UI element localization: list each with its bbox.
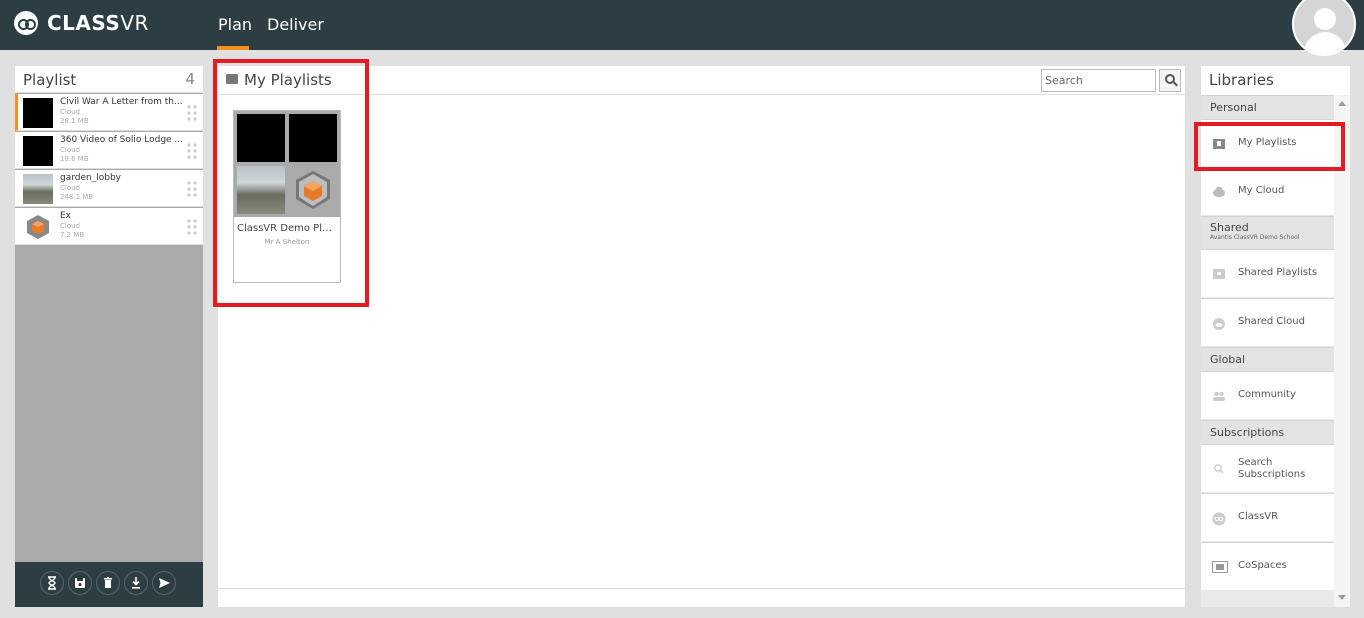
playlist-item-thumbnail (23, 174, 53, 204)
drag-handle-icon[interactable] (186, 218, 198, 235)
library-item-label-line2: Subscriptions (1238, 469, 1306, 480)
playlist-item-name: 360 Video of Solio Lodge ... (60, 135, 184, 145)
section-label: Global (1210, 353, 1246, 366)
library-item-label: Shared Playlists (1238, 267, 1318, 278)
playlist-panel: Playlist 4 Civil War A Letter from th...… (15, 66, 203, 607)
library-item-shared-cloud[interactable]: Shared Cloud (1201, 298, 1334, 346)
playlist-item[interactable]: Civil War A Letter from th... Cloud 28.1… (15, 94, 203, 131)
save-icon[interactable] (68, 571, 92, 595)
playlist-item-name: Ex (60, 211, 72, 221)
section-sublabel: Avantis ClassVR Demo School (1210, 234, 1300, 241)
library-item-label-line1: Search (1238, 457, 1273, 468)
section-personal: Personal (1201, 95, 1334, 119)
cloud-icon (1212, 186, 1226, 198)
search-input[interactable] (1041, 69, 1156, 92)
classvr-logo-icon (1212, 512, 1226, 526)
playlist-item-source: Cloud (60, 146, 80, 154)
download-icon[interactable] (124, 571, 148, 595)
playlist-item-name: Civil War A Letter from th... (60, 97, 183, 107)
scroll-down-arrow-icon[interactable] (1338, 595, 1346, 600)
playlist-item-thumbnail (23, 98, 53, 128)
playlist-item-name: garden_lobby (60, 173, 121, 183)
library-item-search-subscriptions[interactable]: Search Subscriptions (1201, 444, 1334, 492)
libraries-scrollbar[interactable] (1334, 95, 1350, 607)
library-item-my-cloud[interactable]: My Cloud (1201, 167, 1334, 215)
section-shared: Shared Avantis ClassVR Demo School (1201, 216, 1334, 249)
avatar-body (1304, 32, 1346, 54)
search-button[interactable] (1159, 69, 1181, 92)
tab-plan[interactable]: Plan (218, 15, 252, 34)
trash-icon[interactable] (96, 571, 120, 595)
playlist-item-source: Cloud (60, 222, 80, 230)
user-avatar-icon[interactable] (1292, 0, 1356, 56)
classvr-logo[interactable]: CLASSVR (14, 11, 149, 35)
library-item-shared-playlists[interactable]: Shared Playlists (1201, 249, 1334, 297)
playlist-toolbar (15, 562, 203, 607)
playlist-item[interactable]: garden_lobby Cloud 248.1 MB (15, 170, 203, 207)
library-item-label: Shared Cloud (1238, 316, 1305, 327)
cospaces-logo-icon (1212, 561, 1228, 573)
library-item-label: CoSpaces (1238, 560, 1287, 571)
section-global: Global (1201, 347, 1334, 371)
playlist-item-size: 19.6 MB (60, 155, 89, 163)
library-item-label: Search Subscriptions (1238, 457, 1305, 481)
library-item-label: Community (1238, 389, 1296, 400)
playlist-item-thumbnail (23, 136, 53, 166)
search-icon-handle (1173, 81, 1178, 87)
library-item-label: ClassVR (1238, 511, 1279, 522)
playlist-item-size: 28.1 MB (60, 117, 89, 125)
logo-text-light: VR (120, 11, 149, 35)
send-icon[interactable] (152, 571, 176, 595)
section-subscriptions: Subscriptions (1201, 420, 1334, 444)
drag-handle-icon[interactable] (186, 142, 198, 159)
highlight-box-my-playlists-content (213, 59, 369, 307)
divider (218, 588, 1185, 589)
hourglass-icon[interactable] (40, 571, 64, 595)
playlist-title: Playlist (23, 71, 77, 89)
section-label: Personal (1210, 101, 1257, 114)
tab-deliver[interactable]: Deliver (267, 15, 324, 34)
logo-text: CLASSVR (47, 11, 149, 35)
library-item-classvr[interactable]: ClassVR (1201, 493, 1334, 541)
library-item-cospaces[interactable]: CoSpaces (1201, 542, 1334, 590)
playlist-count: 4 (185, 70, 195, 88)
library-item-community[interactable]: Community (1201, 371, 1334, 419)
playlist-item-size: 7.2 MB (60, 231, 85, 239)
community-people-icon (1212, 390, 1226, 402)
playlist-item-size: 248.1 MB (60, 193, 94, 201)
top-navigation-bar: CLASSVR Plan Deliver (0, 0, 1364, 56)
section-label: Shared (1210, 221, 1249, 234)
shared-cloud-icon (1212, 317, 1226, 330)
library-item-label: My Cloud (1238, 185, 1285, 196)
playlist-item-source: Cloud (60, 184, 80, 192)
libraries-title: Libraries (1209, 71, 1274, 89)
avatar-head (1314, 8, 1336, 30)
infinity-logo-icon (14, 11, 38, 35)
playlist-item-source: Cloud (60, 108, 80, 116)
cube-model-icon (23, 212, 53, 242)
playlist-item[interactable]: 360 Video of Solio Lodge ... Cloud 19.6 … (15, 132, 203, 169)
playlist-header: Playlist 4 (15, 66, 203, 93)
highlight-box-my-playlists-library (1194, 122, 1345, 171)
playlist-item[interactable]: Ex Cloud 7.2 MB (15, 208, 203, 245)
libraries-list: Personal My Playlists My Cloud Shared Av… (1201, 95, 1334, 607)
drag-handle-icon[interactable] (186, 180, 198, 197)
logo-text-bold: CLASS (47, 11, 121, 35)
section-label: Subscriptions (1210, 426, 1285, 439)
shared-folder-icon (1212, 268, 1226, 280)
scroll-up-arrow-icon[interactable] (1338, 101, 1346, 106)
drag-handle-icon[interactable] (186, 104, 198, 121)
search-icon (1212, 463, 1226, 475)
active-tab-indicator (217, 46, 249, 50)
